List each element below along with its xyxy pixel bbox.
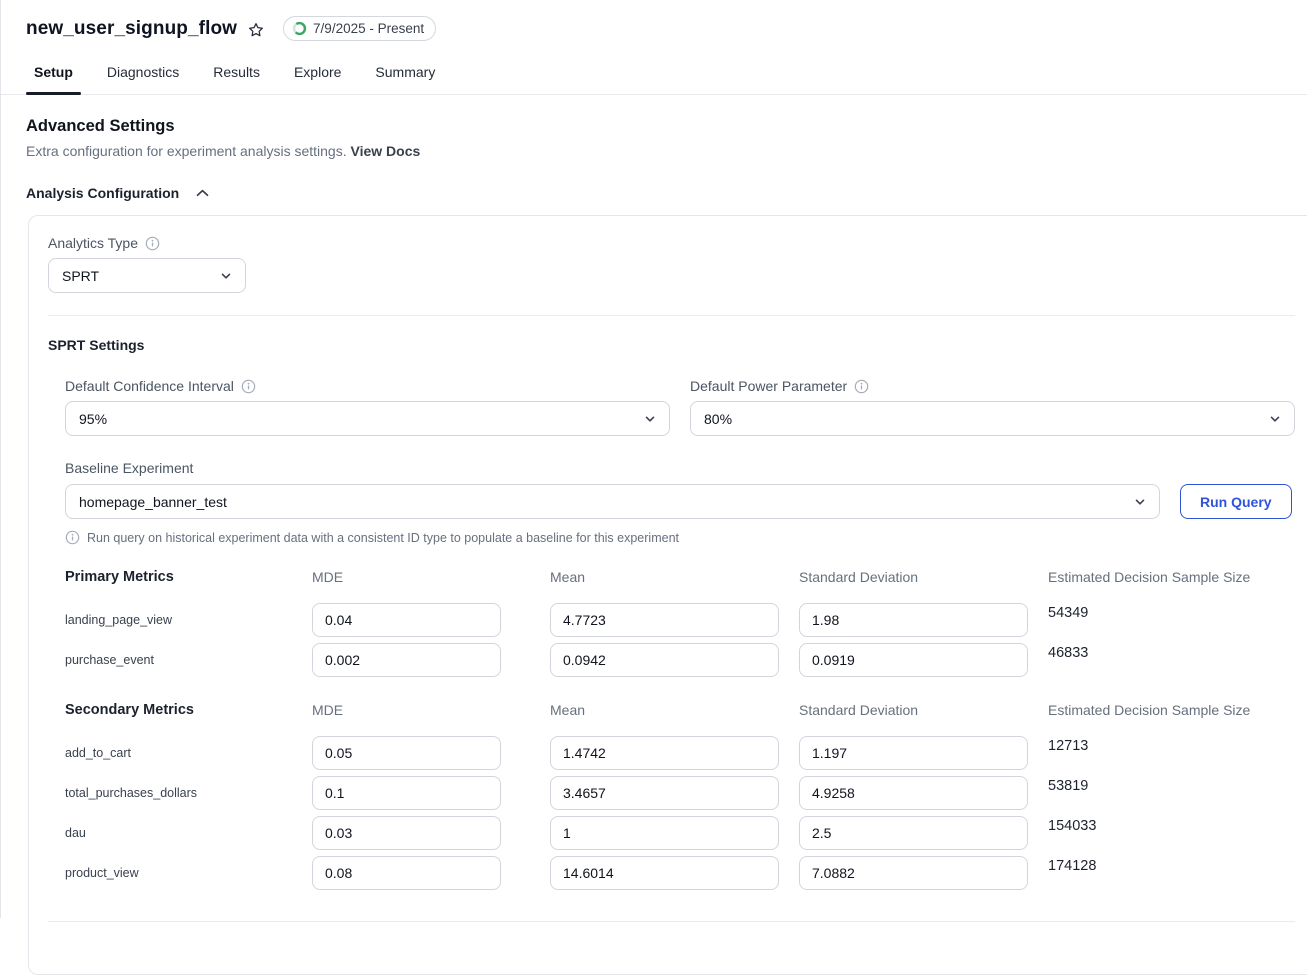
column-header-mean: Mean bbox=[550, 702, 799, 736]
tab-setup[interactable]: Setup bbox=[26, 64, 81, 94]
mde-input[interactable] bbox=[312, 776, 501, 810]
confidence-interval-label: Default Confidence Interval bbox=[65, 378, 234, 394]
view-docs-link[interactable]: View Docs bbox=[351, 143, 421, 159]
confidence-interval-field: Default Confidence Interval 95% bbox=[65, 378, 670, 436]
metric-name: product_view bbox=[65, 856, 312, 890]
column-header-mde: MDE bbox=[312, 569, 550, 603]
sample-size-value: 46833 bbox=[1048, 643, 1295, 677]
star-outline-icon[interactable] bbox=[247, 21, 265, 39]
std-input[interactable] bbox=[799, 643, 1028, 677]
mde-input[interactable] bbox=[312, 736, 501, 770]
baseline-experiment-label: Baseline Experiment bbox=[65, 460, 193, 476]
status-badge: 7/9/2025 - Present bbox=[283, 16, 436, 41]
analytics-type-field: Analytics Type bbox=[48, 235, 1295, 251]
sprt-settings-title: SPRT Settings bbox=[48, 337, 1295, 353]
sample-size-value: 54349 bbox=[1048, 603, 1295, 637]
advanced-settings-description: Extra configuration for experiment analy… bbox=[26, 143, 1307, 159]
mean-input[interactable] bbox=[550, 816, 779, 850]
secondary-metrics-table: Secondary Metrics MDE Mean Standard Devi… bbox=[65, 702, 1295, 896]
analysis-configuration-toggle[interactable]: Analysis Configuration bbox=[26, 185, 1307, 201]
baseline-experiment-select[interactable]: homepage_banner_test bbox=[65, 484, 1160, 519]
progress-ring-icon bbox=[292, 21, 307, 36]
chevron-down-icon bbox=[644, 413, 656, 425]
baseline-experiment-field: Baseline Experiment homepage_banner_test… bbox=[65, 460, 1295, 545]
column-header-mean: Mean bbox=[550, 569, 799, 603]
secondary-metrics-title: Secondary Metrics bbox=[65, 702, 312, 736]
std-input[interactable] bbox=[799, 736, 1028, 770]
metric-name: dau bbox=[65, 816, 312, 850]
mde-input[interactable] bbox=[312, 816, 501, 850]
metric-name: landing_page_view bbox=[65, 603, 312, 637]
power-parameter-select[interactable]: 80% bbox=[690, 401, 1295, 436]
info-circle-icon[interactable] bbox=[145, 236, 160, 251]
sample-size-value: 154033 bbox=[1048, 816, 1295, 850]
column-header-sample: Estimated Decision Sample Size bbox=[1048, 702, 1295, 736]
advanced-settings-title: Advanced Settings bbox=[26, 117, 1307, 136]
mean-input[interactable] bbox=[550, 736, 779, 770]
tab-results[interactable]: Results bbox=[205, 64, 268, 94]
column-header-mde: MDE bbox=[312, 702, 550, 736]
std-input[interactable] bbox=[799, 603, 1028, 637]
header: new_user_signup_flow 7/9/2025 - Present bbox=[1, 0, 1307, 41]
mean-input[interactable] bbox=[550, 776, 779, 810]
std-input[interactable] bbox=[799, 776, 1028, 810]
analytics-type-label: Analytics Type bbox=[48, 235, 138, 251]
tab-diagnostics[interactable]: Diagnostics bbox=[99, 64, 187, 94]
metric-name: purchase_event bbox=[65, 643, 312, 677]
mean-input[interactable] bbox=[550, 603, 779, 637]
main-content: Advanced Settings Extra configuration fo… bbox=[1, 117, 1307, 201]
mde-input[interactable] bbox=[312, 643, 501, 677]
experiment-setup-page: { "header": { "title": "new_user_signup_… bbox=[0, 0, 1307, 918]
status-badge-label: 7/9/2025 - Present bbox=[313, 21, 424, 36]
primary-metrics-table: Primary Metrics MDE Mean Standard Deviat… bbox=[65, 569, 1295, 683]
page-title: new_user_signup_flow bbox=[26, 18, 237, 40]
chevron-up-icon bbox=[196, 189, 209, 197]
column-header-sample: Estimated Decision Sample Size bbox=[1048, 569, 1295, 603]
mean-input[interactable] bbox=[550, 856, 779, 890]
card-divider bbox=[48, 315, 1295, 316]
chevron-down-icon bbox=[1134, 496, 1146, 508]
tab-bar: Setup Diagnostics Results Explore Summar… bbox=[1, 64, 1307, 95]
baseline-note-text: Run query on historical experiment data … bbox=[87, 531, 679, 545]
confidence-interval-value: 95% bbox=[79, 411, 107, 427]
baseline-experiment-value: homepage_banner_test bbox=[79, 494, 227, 510]
chevron-down-icon bbox=[220, 270, 232, 282]
power-parameter-label: Default Power Parameter bbox=[690, 378, 847, 394]
confidence-interval-select[interactable]: 95% bbox=[65, 401, 670, 436]
info-circle-icon bbox=[65, 530, 80, 545]
sample-size-value: 174128 bbox=[1048, 856, 1295, 890]
info-circle-icon[interactable] bbox=[241, 379, 256, 394]
column-header-std: Standard Deviation bbox=[799, 569, 1048, 603]
run-query-button[interactable]: Run Query bbox=[1180, 484, 1292, 519]
primary-metrics-title: Primary Metrics bbox=[65, 569, 312, 603]
metric-name: total_purchases_dollars bbox=[65, 776, 312, 810]
metric-name: add_to_cart bbox=[65, 736, 312, 770]
mde-input[interactable] bbox=[312, 603, 501, 637]
power-parameter-value: 80% bbox=[704, 411, 732, 427]
mean-input[interactable] bbox=[550, 643, 779, 677]
mde-input[interactable] bbox=[312, 856, 501, 890]
info-circle-icon[interactable] bbox=[854, 379, 869, 394]
power-parameter-field: Default Power Parameter 80% bbox=[690, 378, 1295, 436]
tab-summary[interactable]: Summary bbox=[367, 64, 443, 94]
analytics-type-select[interactable]: SPRT bbox=[48, 258, 246, 293]
baseline-note: Run query on historical experiment data … bbox=[65, 530, 1295, 545]
sample-size-value: 12713 bbox=[1048, 736, 1295, 770]
tab-explore[interactable]: Explore bbox=[286, 64, 349, 94]
analysis-configuration-label: Analysis Configuration bbox=[26, 185, 179, 201]
chevron-down-icon bbox=[1269, 413, 1281, 425]
card-divider bbox=[48, 921, 1295, 922]
std-input[interactable] bbox=[799, 856, 1028, 890]
analytics-type-value: SPRT bbox=[62, 268, 99, 284]
std-input[interactable] bbox=[799, 816, 1028, 850]
sample-size-value: 53819 bbox=[1048, 776, 1295, 810]
analysis-configuration-card: Analytics Type SPRT SPRT Settings bbox=[28, 215, 1307, 975]
column-header-std: Standard Deviation bbox=[799, 702, 1048, 736]
